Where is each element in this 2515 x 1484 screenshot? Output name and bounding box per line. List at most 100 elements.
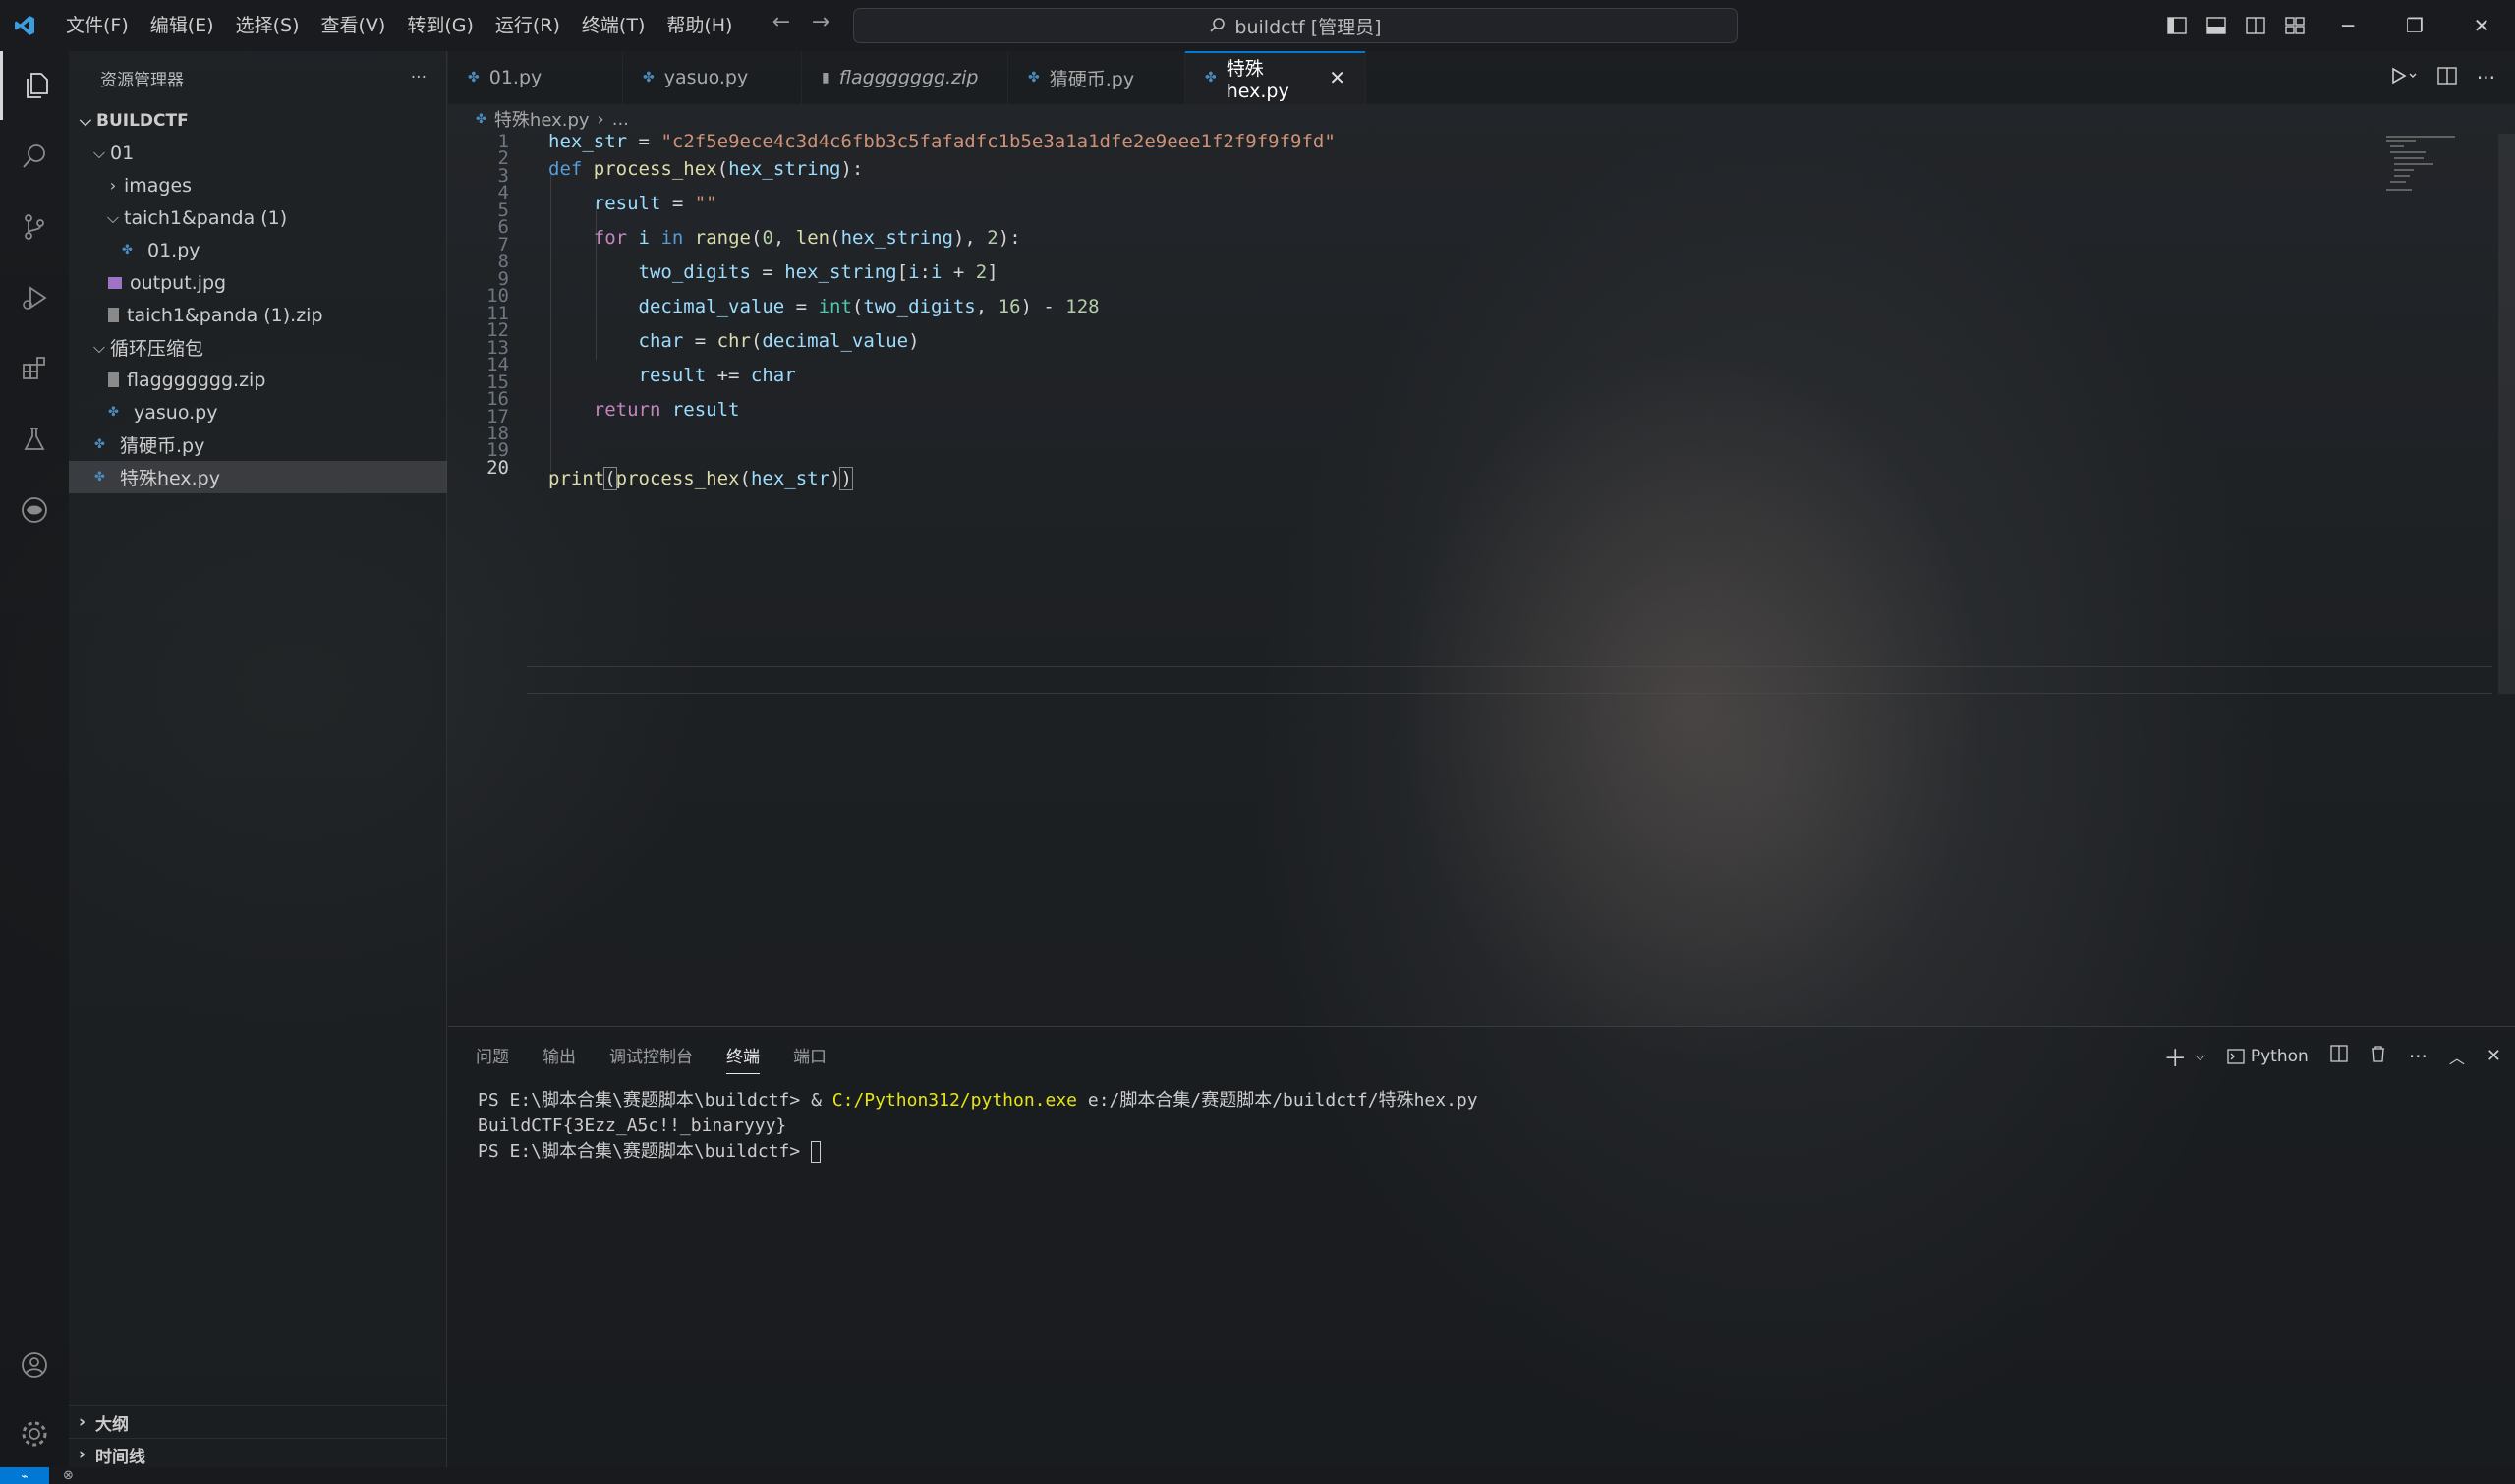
split-terminal-icon[interactable] bbox=[2330, 1045, 2348, 1067]
minimize-icon[interactable]: ─ bbox=[2315, 0, 2381, 51]
accounts-icon[interactable] bbox=[0, 1331, 69, 1399]
code-line-16: return result bbox=[593, 399, 740, 421]
explorer-icon[interactable] bbox=[0, 51, 69, 120]
settings-gear-icon[interactable] bbox=[0, 1399, 69, 1468]
tab-terminal[interactable]: 终端 bbox=[726, 1043, 760, 1074]
timeline-section[interactable]: › 时间线 bbox=[69, 1438, 447, 1470]
toggle-secondary-sidebar-icon[interactable] bbox=[2236, 0, 2275, 51]
tab-problems[interactable]: 问题 bbox=[476, 1043, 509, 1074]
tab-output[interactable]: 输出 bbox=[543, 1043, 576, 1074]
minimap[interactable] bbox=[2382, 134, 2461, 193]
problems-indicator-icon[interactable]: ⊗ bbox=[63, 1468, 74, 1483]
breadcrumb-more[interactable]: ... bbox=[612, 109, 629, 130]
more-actions-icon[interactable]: ··· bbox=[2477, 66, 2495, 89]
hex-string-literal: "c2f5e9ece4c3d4c6fbb3c5fafadfc1b5e3a1a1d… bbox=[660, 131, 1336, 152]
python-file-icon: ✤ bbox=[643, 70, 655, 86]
tree-item-label: 01 bbox=[110, 142, 135, 164]
tab-coin-py[interactable]: ✤ 猜硬币.py bbox=[1008, 51, 1185, 104]
menu-run[interactable]: 运行(R) bbox=[485, 0, 571, 51]
tab-label: 特殊hex.py bbox=[1226, 57, 1289, 102]
sidebar-bottom-sections: › 大纲 › 时间线 bbox=[69, 1405, 447, 1470]
tab-ports[interactable]: 端口 bbox=[793, 1043, 827, 1074]
close-tab-icon[interactable]: ✕ bbox=[1329, 66, 1345, 89]
terminal-flag-output: BuildCTF{3Ezz_A5c!!_binaryyy} bbox=[478, 1115, 787, 1136]
search-icon bbox=[1210, 18, 1226, 32]
remote-indicator-icon[interactable]: ⌁ bbox=[0, 1467, 49, 1484]
tree-folder[interactable]: ⌵ taich1&panda (1) bbox=[69, 201, 447, 234]
maximize-panel-icon[interactable]: ︿ bbox=[2449, 1045, 2465, 1068]
menu-selection[interactable]: 选择(S) bbox=[225, 0, 311, 51]
tree-item-label: yasuo.py bbox=[134, 401, 218, 424]
code-line-1: hex_str = "c2f5e9ece4c3d4c6fbb3c5fafadfc… bbox=[548, 131, 1336, 152]
menu-go[interactable]: 转到(G) bbox=[396, 0, 485, 51]
code-editor[interactable]: 1 2 3 4 5 6 7 8 9 10 11 12 13 14 15 16 17 18 19 20 hex_str … bbox=[448, 131, 2492, 1018]
tree-file[interactable]: ✤ 特殊hex.py bbox=[69, 461, 447, 493]
forward-arrow-icon[interactable]: → bbox=[806, 10, 835, 34]
tree-folder[interactable]: ⌵ 循环压缩包 bbox=[69, 331, 447, 364]
tree-folder[interactable]: ⌵ 01 bbox=[69, 137, 447, 169]
code-line-20: print(process_hex(hex_str)) bbox=[548, 467, 853, 490]
explorer-more-actions-icon[interactable]: ··· bbox=[411, 68, 427, 87]
tab-special-hex-py[interactable]: ✤ 特殊hex.py ✕ bbox=[1185, 51, 1366, 104]
kill-terminal-trash-icon[interactable] bbox=[2370, 1045, 2387, 1067]
workspace-root[interactable]: ⌵ BUILDCTF bbox=[69, 104, 447, 137]
terminal-cursor bbox=[811, 1141, 822, 1163]
code-line-8: two_digits = hex_string[i:i + 2] bbox=[638, 261, 999, 283]
tab-01-py[interactable]: ✤ 01.py bbox=[448, 51, 623, 104]
outline-section[interactable]: › 大纲 bbox=[69, 1405, 447, 1438]
testing-flask-icon[interactable] bbox=[0, 405, 69, 474]
tab-label: 猜硬币.py bbox=[1049, 68, 1135, 90]
menu-edit[interactable]: 编辑(E) bbox=[140, 0, 225, 51]
back-arrow-icon[interactable]: ← bbox=[767, 10, 796, 34]
tree-file[interactable]: output.jpg bbox=[69, 266, 447, 299]
customize-layout-icon[interactable] bbox=[2275, 0, 2315, 51]
command-center-search[interactable]: buildctf [管理员] bbox=[853, 8, 1738, 43]
new-terminal-icon[interactable]: ＋ bbox=[2163, 1039, 2187, 1073]
menu-file[interactable]: 文件(F) bbox=[55, 0, 140, 51]
toggle-primary-sidebar-icon[interactable] bbox=[2157, 0, 2197, 51]
tree-file[interactable]: ✤ yasuo.py bbox=[69, 396, 447, 428]
tree-file[interactable]: flaggggggg.zip bbox=[69, 364, 447, 396]
restore-icon[interactable]: ❐ bbox=[2381, 0, 2448, 51]
chevron-right-icon: › bbox=[597, 108, 604, 130]
tree-item-label: images bbox=[124, 174, 193, 197]
tree-file[interactable]: ✤ 猜硬币.py bbox=[69, 428, 447, 461]
tree-folder[interactable]: › images bbox=[69, 169, 447, 201]
chevron-down-icon[interactable]: ⌵ bbox=[2195, 1049, 2205, 1064]
command-center-label: buildctf [管理员] bbox=[1234, 16, 1382, 38]
terminal-profile[interactable]: Python bbox=[2227, 1047, 2309, 1066]
tab-label: 01.py bbox=[488, 67, 543, 88]
close-panel-icon[interactable]: ✕ bbox=[2486, 1046, 2501, 1066]
search-view-icon[interactable] bbox=[0, 122, 69, 191]
tree-file[interactable]: ✤ 01.py bbox=[69, 234, 447, 266]
zip-file-icon bbox=[108, 372, 119, 387]
terminal-output[interactable]: PS E:\脚本合集\赛题脚本\buildctf> & C:/Python312… bbox=[478, 1088, 1478, 1165]
run-debug-icon[interactable] bbox=[0, 263, 69, 332]
tree-item-label: taich1&panda (1) bbox=[124, 206, 288, 229]
python-file-icon: ✤ bbox=[108, 404, 119, 420]
current-line-highlight bbox=[527, 666, 2492, 694]
tab-debug-console[interactable]: 调试控制台 bbox=[609, 1043, 693, 1074]
tree-item-label: taich1&panda (1).zip bbox=[127, 304, 323, 326]
terminal-prompt: PS E:\脚本合集\赛题脚本\buildctf> bbox=[478, 1090, 812, 1111]
chevron-right-icon: › bbox=[79, 1445, 86, 1464]
split-editor-icon[interactable] bbox=[2437, 66, 2457, 89]
source-control-icon[interactable] bbox=[0, 193, 69, 261]
extensions-icon[interactable] bbox=[0, 334, 69, 403]
close-window-icon[interactable]: ✕ bbox=[2448, 0, 2515, 51]
editor-scrollbar[interactable] bbox=[2498, 134, 2515, 694]
panel-more-icon[interactable]: ··· bbox=[2409, 1045, 2428, 1068]
python-file-icon: ✤ bbox=[122, 242, 133, 257]
tab-flaggggggg-zip[interactable]: ▮ flaggggggg.zip bbox=[802, 51, 1008, 104]
terminal-argument: e:/脚本合集/赛题脚本/buildctf/特殊hex.py bbox=[1077, 1090, 1478, 1111]
tab-yasuo-py[interactable]: ✤ yasuo.py bbox=[623, 51, 802, 104]
code-line-10: decimal_value = int(two_digits, 16) - 12… bbox=[638, 296, 1100, 317]
menu-view[interactable]: 查看(V) bbox=[311, 0, 397, 51]
run-python-file-icon[interactable] bbox=[2390, 66, 2418, 89]
menu-terminal[interactable]: 终端(T) bbox=[571, 0, 656, 51]
remote-explorer-icon[interactable] bbox=[0, 476, 69, 544]
python-file-icon: ✤ bbox=[94, 436, 105, 452]
tree-file[interactable]: taich1&panda (1).zip bbox=[69, 299, 447, 331]
toggle-panel-icon[interactable] bbox=[2197, 0, 2236, 51]
menu-help[interactable]: 帮助(H) bbox=[656, 0, 743, 51]
